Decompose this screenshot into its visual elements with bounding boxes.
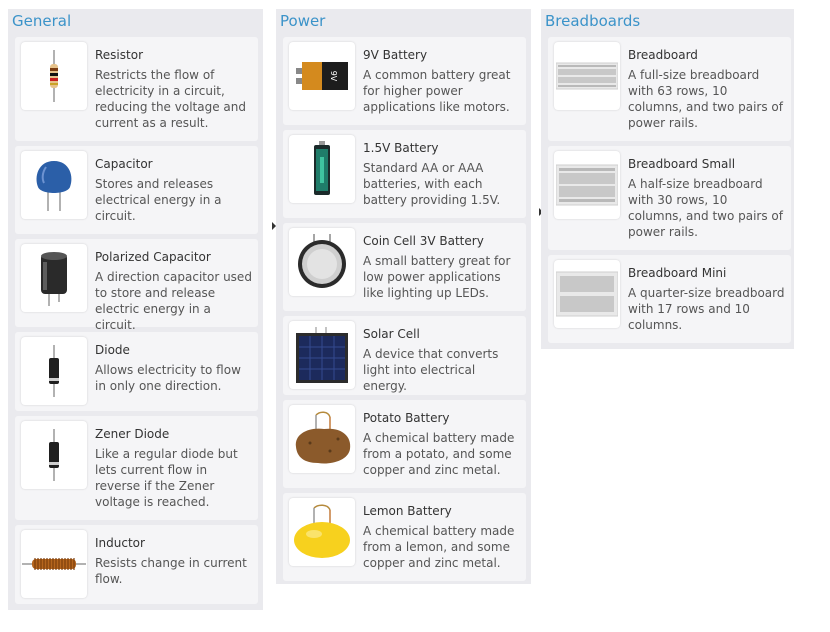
card-description: Stores and releases electrical energy in… [95,177,222,223]
9v-battery-icon: 9V [289,42,355,110]
component-card-lemon-battery[interactable]: Lemon Battery A chemical battery made fr… [283,493,526,581]
card-description: Like a regular diode but lets current fl… [95,447,238,509]
panel-title-breadboards: Breadboards [545,12,641,30]
coin-cell-icon [289,228,355,296]
breadboard-mini-icon [554,260,620,328]
card-description: Standard AA or AAA batteries, with each … [363,161,501,207]
component-card-inductor[interactable]: Inductor Resists change in current flow. [15,525,258,604]
component-card-breadboard-small[interactable]: Breadboard Small A half-size breadboard … [548,146,791,250]
card-description: A common battery great for higher power … [363,68,511,114]
card-description: A device that converts light into electr… [363,347,499,393]
inductor-icon [21,530,87,598]
component-card-9v-battery[interactable]: 9V 9V Battery A common battery great for… [283,37,526,125]
card-title: Capacitor [95,157,153,171]
diode-icon [21,337,87,405]
solar-cell-icon [289,321,355,389]
component-card-aa-battery[interactable]: 1.5V Battery Standard AA or AAA batterie… [283,130,526,218]
component-card-breadboard-mini[interactable]: Breadboard Mini A quarter-size breadboar… [548,255,791,343]
component-card-potato-battery[interactable]: Potato Battery A chemical battery made f… [283,400,526,488]
card-description: A chemical battery made from a lemon, an… [363,524,515,570]
svg-text:9V: 9V [329,71,338,82]
card-title: Resistor [95,48,143,62]
card-title: Lemon Battery [363,504,452,518]
component-card-coin-cell[interactable]: Coin Cell 3V Battery A small battery gre… [283,223,526,311]
card-description: A small battery great for low power appl… [363,254,511,300]
card-description: Resists change in current flow. [95,556,247,586]
card-title: Breadboard [628,48,698,62]
card-description: A half-size breadboard with 30 rows, 10 … [628,177,783,239]
card-description: A full-size breadboard with 63 rows, 10 … [628,68,783,130]
component-card-diode[interactable]: Diode Allows electricity to flow in only… [15,332,258,411]
panel-title-general: General [12,12,72,30]
general-panel: General Resistor Restricts the flow of e… [8,9,263,610]
card-title: Potato Battery [363,411,450,425]
card-title: Breadboard Small [628,157,736,171]
component-card-breadboard[interactable]: Breadboard A full-size breadboard with 6… [548,37,791,141]
card-title: Zener Diode [95,427,170,441]
card-description: A direction capacitor used to store and … [95,270,252,332]
card-description: Restricts the flow of electricity in a c… [95,68,246,130]
card-description: A quarter-size breadboard with 17 rows a… [628,286,785,332]
card-description: A chemical battery made from a potato, a… [363,431,515,477]
polarized-capacitor-icon [21,244,87,312]
card-title: 1.5V Battery [363,141,439,155]
card-title: Coin Cell 3V Battery [363,234,484,248]
panel-title-power: Power [280,12,326,30]
card-title: Polarized Capacitor [95,250,211,264]
zener-diode-icon [21,421,87,489]
power-panel: Power 9V 9V Battery A common battery gre… [276,9,531,584]
card-title: Inductor [95,536,145,550]
potato-battery-icon [289,405,355,473]
breadboard-icon [554,42,620,110]
component-card-resistor[interactable]: Resistor Restricts the flow of electrici… [15,37,258,141]
card-title: Breadboard Mini [628,266,727,280]
resistor-icon [21,42,87,110]
card-title: Diode [95,343,130,357]
card-title: Solar Cell [363,327,420,341]
component-card-solar-cell[interactable]: Solar Cell A device that converts light … [283,316,526,395]
component-card-zener-diode[interactable]: Zener Diode Like a regular diode but let… [15,416,258,520]
card-description: Allows electricity to flow in only one d… [95,363,241,393]
breadboards-panel: Breadboards Breadboard A full-size bread… [541,9,794,349]
capacitor-icon [21,151,87,219]
lemon-battery-icon [289,498,355,566]
card-title: 9V Battery [363,48,428,62]
aa-battery-icon [289,135,355,203]
component-card-polarized-capacitor[interactable]: Polarized Capacitor A direction capacito… [15,239,258,332]
component-card-capacitor[interactable]: Capacitor Stores and releases electrical… [15,146,258,234]
breadboard-small-icon [554,151,620,219]
